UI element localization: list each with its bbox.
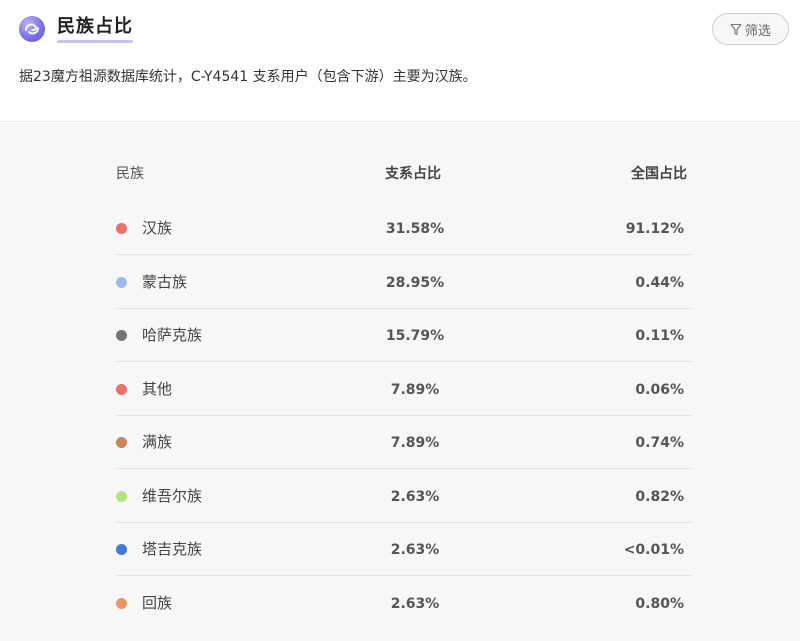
color-dot [116, 544, 127, 555]
column-header-branch-share: 支系占比 [385, 166, 441, 182]
filter-funnel-icon [730, 23, 742, 35]
section-title: 民族占比 [57, 16, 133, 37]
table-row: 汉族 31.58% 91.12% [116, 202, 692, 255]
branch-share-value: 28.95% [385, 275, 445, 291]
title-underline [57, 40, 133, 43]
ethnicity-name: 其他 [142, 380, 173, 398]
national-share-value: 0.74% [635, 435, 684, 451]
table-row: 回族 2.63% 0.80% [116, 577, 692, 630]
table-row: 哈萨克族 15.79% 0.11% [116, 309, 692, 362]
branch-share-value: 2.63% [390, 596, 440, 612]
branch-share-value: 15.79% [385, 328, 445, 344]
table-row: 塔吉克族 2.63% <0.01% [116, 523, 692, 576]
description-text: 据23魔方祖源数据库统计，C-Y4541 支系用户（包含下游）主要为汉族。 [19, 69, 477, 85]
ethnicity-name: 回族 [142, 594, 173, 612]
column-header-national-share: 全国占比 [631, 166, 687, 182]
color-dot [116, 598, 127, 609]
table-row: 其他 7.89% 0.06% [116, 363, 692, 416]
color-dot [116, 437, 127, 448]
national-share-value: 0.11% [635, 328, 684, 344]
app-logo-icon [19, 16, 45, 42]
branch-share-value: 31.58% [385, 221, 445, 237]
national-share-value: 91.12% [625, 221, 684, 237]
ethnicity-name: 汉族 [142, 219, 173, 237]
branch-share-value: 7.89% [390, 435, 440, 451]
branch-share-value: 2.63% [390, 489, 440, 505]
header: 民族占比 筛选 据23魔方祖源数据库统计，C-Y4541 支系用户（包含下游）主… [0, 0, 800, 122]
national-share-value: 0.82% [635, 489, 684, 505]
branch-share-value: 7.89% [390, 382, 440, 398]
national-share-value: 0.44% [635, 275, 684, 291]
national-share-value: <0.01% [623, 542, 684, 558]
national-share-value: 0.06% [635, 382, 684, 398]
color-dot [116, 491, 127, 502]
filter-label: 筛选 [744, 23, 771, 39]
national-share-value: 0.80% [635, 596, 684, 612]
ethnicity-name: 蒙古族 [142, 273, 188, 291]
branch-share-value: 2.63% [390, 542, 440, 558]
ethnicity-name: 哈萨克族 [142, 326, 203, 344]
color-dot [116, 384, 127, 395]
table-row: 蒙古族 28.95% 0.44% [116, 256, 692, 309]
color-dot [116, 330, 127, 341]
color-dot [116, 223, 127, 234]
ethnicity-name: 满族 [142, 433, 173, 451]
color-dot [116, 277, 127, 288]
table-row: 满族 7.89% 0.74% [116, 416, 692, 469]
ethnicity-name: 塔吉克族 [142, 540, 203, 558]
column-header-ethnicity: 民族 [116, 166, 144, 182]
filter-button[interactable]: 筛选 [712, 13, 789, 45]
table-row: 维吾尔族 2.63% 0.82% [116, 470, 692, 523]
ethnicity-name: 维吾尔族 [142, 487, 203, 505]
